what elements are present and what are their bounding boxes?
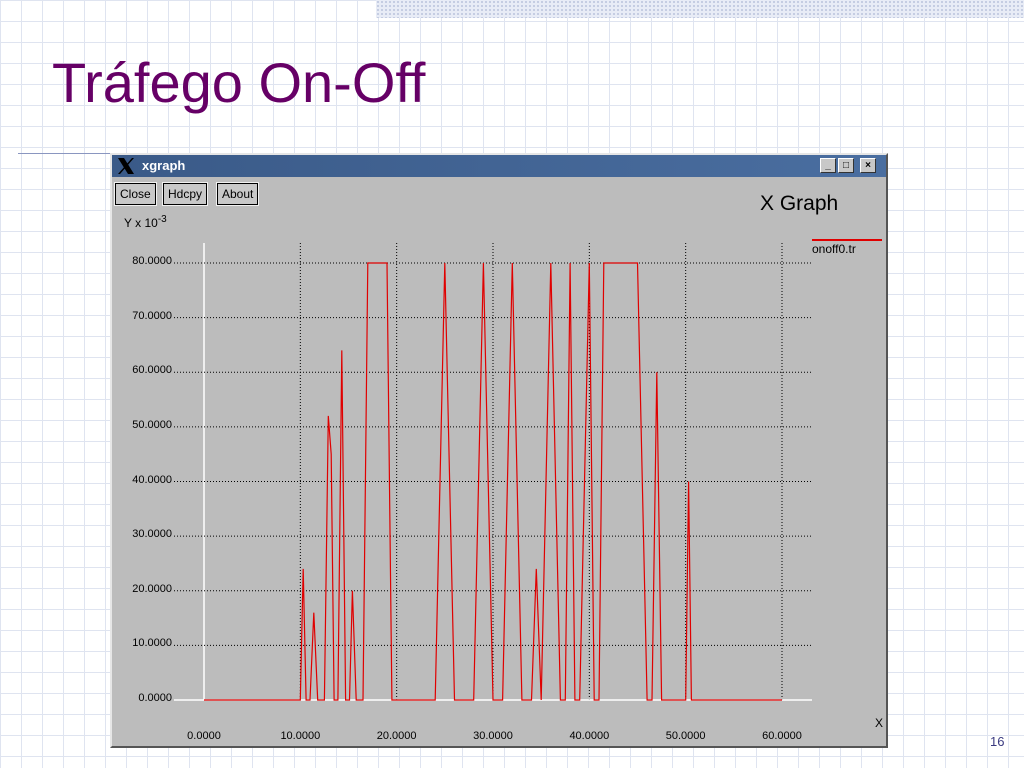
slide-title: Tráfego On-Off [52,51,426,114]
header-stripe [376,0,1024,18]
title-divider [18,153,110,154]
page-number: 16 [990,734,1005,749]
xgraph-window: xgraph _ □ × Close Hdcpy About X Graph Y… [110,153,888,748]
plot-area [174,243,812,701]
